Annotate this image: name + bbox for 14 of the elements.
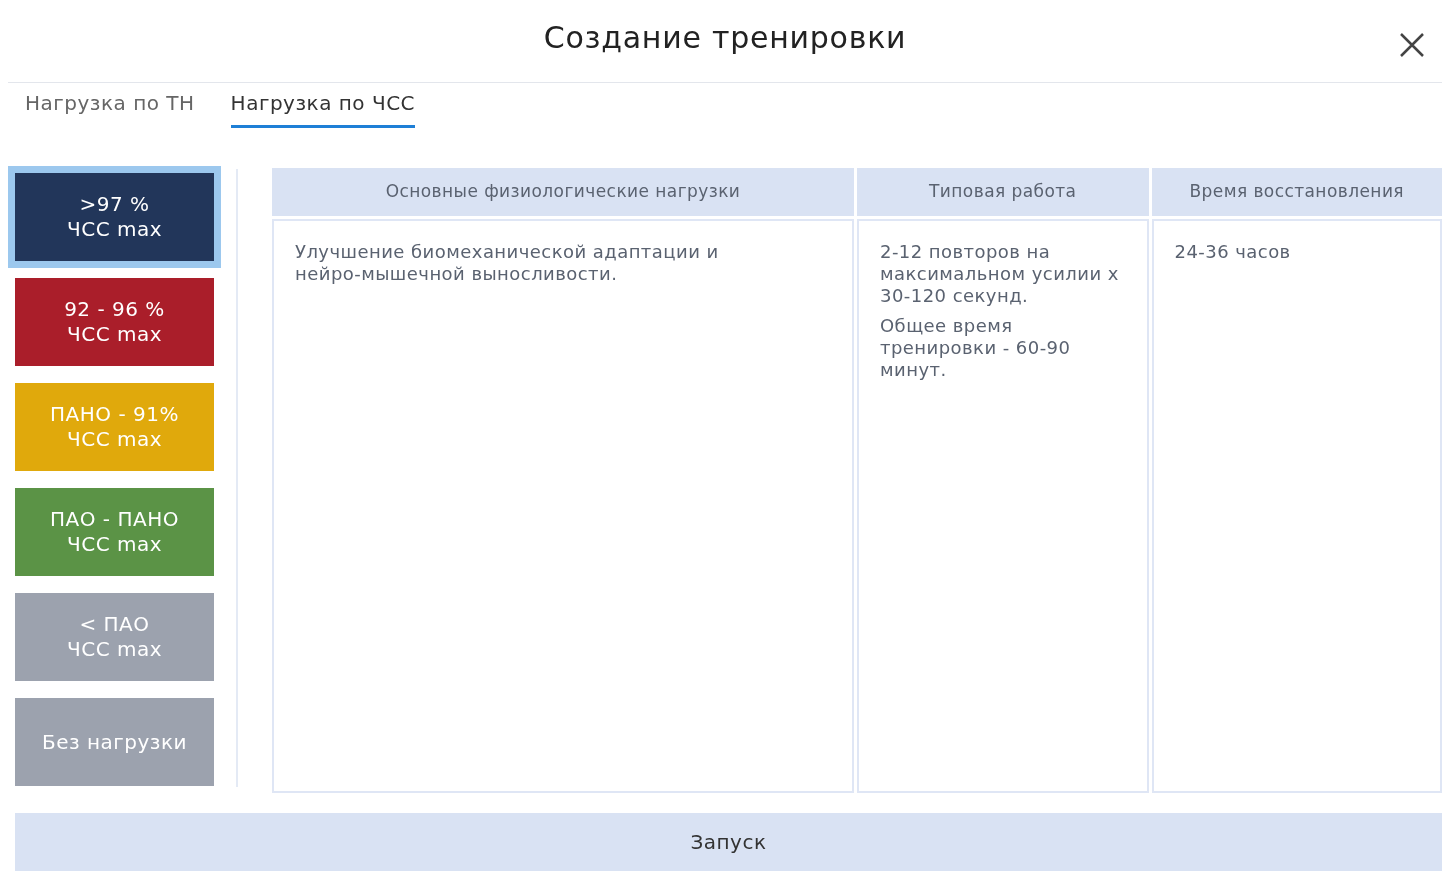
zone-button[interactable]: 92 - 96 % ЧСС max [15,278,214,366]
tab[interactable]: Нагрузка по ЧСС [230,93,416,128]
tab[interactable]: Нагрузка по ТН [25,93,195,128]
column-header: Время восстановления [1151,168,1442,216]
cell-text: 2-12 повторов на максимальном усилии х 30-120 секунд. [880,241,1120,307]
zone-button[interactable]: ПАО - ПАНО ЧСС max [15,488,214,576]
cell-text: 24-36 часов [1174,241,1292,263]
cell-text: Общее время тренировки - 60-90 минут. [880,315,1072,381]
launch-button[interactable]: Запуск [15,813,1442,871]
cell-text: Улучшение биомеханической адаптации и нейро-мышечной выносливости. [295,241,720,285]
column-header: Основные физиологические нагрузки [272,168,854,216]
column-header: Типовая работа [857,168,1149,216]
dialog-title: Создание тренировки [543,18,907,57]
close-icon[interactable] [1398,31,1426,59]
